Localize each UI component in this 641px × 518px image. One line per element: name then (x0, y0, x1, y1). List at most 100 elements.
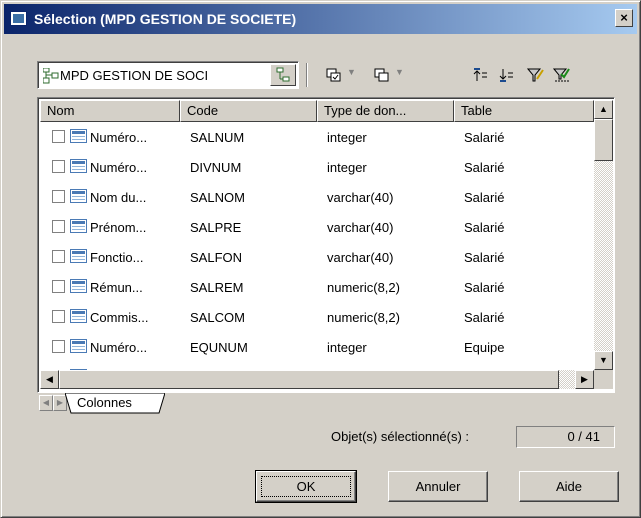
table-row[interactable]: Commis... SALCOM numeric(8,2) Salarié (40, 302, 592, 332)
table-row[interactable]: Fonctio... SALFON varchar(40) Salarié (40, 242, 592, 272)
cell-type: numeric(8,2) (327, 280, 400, 295)
table-row-partial[interactable] (40, 362, 592, 370)
deselect-icon[interactable] (373, 67, 391, 83)
cell-code: SALFON (190, 250, 243, 265)
row-checkbox[interactable] (52, 130, 65, 143)
column-icon (70, 279, 87, 293)
cell-name: Rémun... (90, 280, 143, 295)
column-icon (70, 309, 87, 323)
window-title: Sélection (MPD GESTION DE SOCIETE) (34, 11, 297, 27)
cell-type: varchar(40) (327, 220, 394, 235)
columns-list[interactable]: Nom Code Type de don... Table Numéro... … (37, 97, 615, 393)
table-row[interactable]: Nom du... SALNOM varchar(40) Salarié (40, 182, 592, 212)
browse-button[interactable] (270, 64, 296, 86)
browse-icon (276, 67, 290, 82)
cell-code: SALNOM (190, 190, 245, 205)
tab-colonnes[interactable]: Colonnes (69, 393, 159, 413)
move-up-icon[interactable] (471, 67, 489, 83)
vertical-scrollbar[interactable]: ▲ ▼ (594, 100, 613, 370)
cell-type: integer (327, 160, 367, 175)
vertical-scroll-thumb[interactable] (594, 119, 613, 161)
header-table[interactable]: Table (454, 100, 594, 122)
help-label: Aide (555, 478, 583, 494)
cell-code: SALNUM (190, 130, 245, 145)
table-row[interactable]: Rémun... SALREM numeric(8,2) Salarié (40, 272, 592, 302)
list-header: Nom Code Type de don... Table (40, 100, 594, 122)
title-bar[interactable]: Sélection (MPD GESTION DE SOCIETE) × (4, 4, 637, 34)
column-icon (70, 249, 87, 263)
model-combo-text: MPD GESTION DE SOCI (60, 68, 209, 83)
clear-filter-icon[interactable] (553, 67, 571, 83)
toolbar-separator (306, 63, 308, 87)
table-row[interactable]: Prénom... SALPRE varchar(40) Salarié (40, 212, 592, 242)
horizontal-scroll-thumb[interactable] (59, 370, 559, 389)
table-row[interactable]: Numéro... DIVNUM integer Salarié (40, 152, 592, 182)
cell-name: Fonctio... (90, 250, 144, 265)
cell-type: numeric(8,2) (327, 310, 400, 325)
select-all-dropdown-icon[interactable]: ▼ (347, 67, 356, 77)
cancel-button[interactable]: Annuler (388, 471, 488, 502)
column-icon (70, 339, 87, 353)
cell-type: integer (327, 340, 367, 355)
ok-button[interactable]: OK (255, 470, 357, 503)
cell-name: Numéro... (90, 160, 148, 175)
cell-name: Numéro... (90, 130, 148, 145)
cancel-label: Annuler (415, 478, 461, 494)
deselect-dropdown-icon[interactable]: ▼ (395, 67, 404, 77)
cell-type: integer (327, 130, 367, 145)
row-checkbox[interactable] (52, 280, 65, 293)
cell-table: Salarié (464, 220, 505, 235)
cell-table: Salarié (464, 280, 505, 295)
scrollbar-corner (594, 370, 613, 389)
model-combo[interactable]: MPD GESTION DE SOCI (37, 61, 299, 89)
scroll-down-button[interactable]: ▼ (594, 351, 613, 370)
selection-dialog: Sélection (MPD GESTION DE SOCIETE) × MPD… (0, 0, 641, 518)
filter-icon[interactable] (527, 67, 545, 83)
scroll-right-button[interactable]: ▶ (575, 370, 594, 389)
row-checkbox[interactable] (52, 190, 65, 203)
selection-status-label: Objet(s) sélectionné(s) : (331, 429, 469, 444)
model-icon (43, 68, 59, 84)
row-checkbox[interactable] (52, 340, 65, 353)
help-button[interactable]: Aide (519, 471, 619, 502)
tab-strip: ◀ ▶ Colonnes (37, 393, 615, 415)
column-icon (70, 219, 87, 233)
cell-type: varchar(40) (327, 250, 394, 265)
cell-table: Salarié (464, 310, 505, 325)
cell-table: Equipe (464, 340, 505, 355)
cell-code: SALREM (190, 280, 244, 295)
row-checkbox[interactable] (52, 250, 65, 263)
row-checkbox[interactable] (52, 160, 65, 173)
header-type[interactable]: Type de don... (317, 100, 454, 122)
table-row[interactable]: Numéro... EQUNUM integer Equipe (40, 332, 592, 362)
table-row[interactable]: Numéro... SALNUM integer Salarié (40, 122, 592, 152)
row-checkbox[interactable] (52, 220, 65, 233)
scroll-left-button[interactable]: ◀ (40, 370, 59, 389)
cell-code: SALPRE (190, 220, 242, 235)
cell-code: EQUNUM (190, 340, 248, 355)
column-icon (70, 189, 87, 203)
header-code[interactable]: Code (180, 100, 317, 122)
selection-count: 0 / 41 (516, 426, 615, 448)
scroll-up-button[interactable]: ▲ (594, 100, 613, 119)
column-icon (70, 159, 87, 173)
focus-rect (261, 476, 351, 497)
column-icon (70, 129, 87, 143)
row-checkbox[interactable] (52, 310, 65, 323)
cell-code: DIVNUM (190, 160, 242, 175)
app-icon (10, 11, 27, 26)
cell-table: Salarié (464, 130, 505, 145)
cell-name: Prénom... (90, 220, 147, 235)
toolbar: MPD GESTION DE SOCI ▼ ▼ (37, 61, 627, 91)
cell-table: Salarié (464, 160, 505, 175)
cell-type: varchar(40) (327, 190, 394, 205)
cell-code: SALCOM (190, 310, 245, 325)
tab-prev-icon[interactable]: ◀ (39, 395, 53, 411)
cell-table: Salarié (464, 250, 505, 265)
close-button[interactable]: × (615, 9, 633, 27)
move-down-icon[interactable] (497, 67, 515, 83)
header-nom[interactable]: Nom (40, 100, 180, 122)
select-all-icon[interactable] (325, 67, 343, 83)
horizontal-scrollbar[interactable]: ◀ ▶ (40, 370, 594, 389)
cell-table: Salarié (464, 190, 505, 205)
